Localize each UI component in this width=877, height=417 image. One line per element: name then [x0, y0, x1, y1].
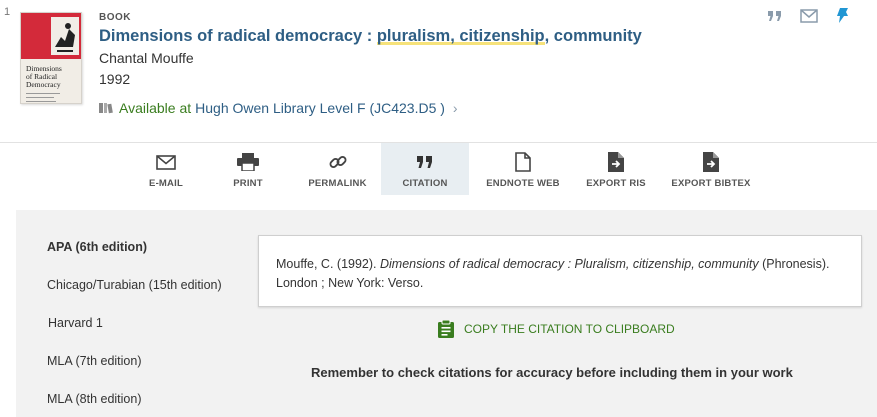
pin-icon[interactable]	[833, 6, 853, 26]
citation-action-button[interactable]: CITATION	[381, 143, 469, 195]
printer-icon	[237, 152, 259, 172]
citation-style-mla7[interactable]: MLA (7th edition)	[47, 354, 222, 392]
envelope-icon[interactable]	[799, 6, 819, 26]
copy-citation-button[interactable]: COPY THE CITATION TO CLIPBOARD	[438, 320, 675, 338]
record-year: 1992	[99, 71, 131, 87]
envelope-icon	[155, 152, 177, 172]
file-icon	[512, 152, 534, 172]
permalink-action-label: PERMALINK	[308, 178, 367, 189]
export-ris-action-button[interactable]: EXPORT RIS	[577, 143, 655, 195]
citation-style-list: APA (6th edition) Chicago/Turabian (15th…	[47, 240, 222, 417]
export-bibtex-action-button[interactable]: EXPORT BIBTEX	[655, 143, 767, 195]
export-file-icon	[605, 152, 627, 172]
email-action-label: E-MAIL	[149, 178, 183, 189]
result-number: 1	[4, 6, 11, 18]
citation-style-chicago[interactable]: Chicago/Turabian (15th edition)	[47, 278, 222, 316]
citation-text-part: Mouffe, C. (1992).	[276, 257, 380, 271]
title-part: , community	[544, 27, 642, 45]
record-author: Chantal Mouffe	[99, 50, 194, 66]
permalink-action-button[interactable]: PERMALINK	[294, 143, 381, 195]
record-quick-actions	[765, 6, 853, 26]
export-ris-action-label: EXPORT RIS	[586, 178, 646, 189]
book-icon	[99, 103, 113, 114]
citation-style-apa6[interactable]: APA (6th edition)	[47, 240, 222, 278]
availability-location: Hugh Owen Library Level F (JC423.D5 )	[195, 100, 445, 116]
citation-text-box[interactable]: Mouffe, C. (1992). Dimensions of radical…	[258, 235, 862, 307]
cover-rule	[26, 93, 60, 94]
link-icon	[327, 152, 349, 172]
export-bibtex-action-label: EXPORT BIBTEX	[671, 178, 751, 189]
print-action-label: PRINT	[233, 178, 263, 189]
citation-action-label: CITATION	[402, 178, 448, 189]
cover-rule	[26, 97, 54, 98]
quote-icon	[414, 152, 436, 172]
book-cover-thumbnail[interactable]: Dimensions of Radical Democracy	[20, 12, 82, 104]
quote-icon[interactable]	[765, 6, 785, 26]
print-action-button[interactable]: PRINT	[202, 143, 294, 195]
citation-text-title: Dimensions of radical democracy : Plural…	[380, 257, 759, 271]
availability-link[interactable]: Available at Hugh Owen Library Level F (…	[99, 100, 458, 116]
cover-illustration	[51, 17, 79, 55]
title-search-highlight: pluralism, citizenship	[376, 27, 545, 45]
endnote-web-action-label: ENDNOTE WEB	[486, 178, 560, 189]
resource-type-label: BOOK	[99, 12, 131, 23]
availability-status: Available at	[119, 100, 192, 116]
chevron-right-icon: ›	[452, 100, 458, 116]
email-action-button[interactable]: E-MAIL	[130, 143, 202, 195]
citation-style-mla8[interactable]: MLA (8th edition)	[47, 392, 222, 417]
copy-citation-label: COPY THE CITATION TO CLIPBOARD	[464, 322, 675, 336]
clipboard-icon	[438, 320, 454, 338]
title-part: Dimensions of radical democracy :	[99, 27, 377, 45]
endnote-web-action-button[interactable]: ENDNOTE WEB	[469, 143, 577, 195]
cover-title: Dimensions of Radical Democracy	[26, 64, 62, 89]
citation-reminder-text: Remember to check citations for accuracy…	[311, 365, 793, 380]
citation-panel: APA (6th edition) Chicago/Turabian (15th…	[16, 210, 877, 417]
export-file-icon	[700, 152, 722, 172]
citation-style-harvard[interactable]: Harvard 1	[47, 316, 222, 354]
send-to-action-bar: E-MAIL PRINT PERMALINK CITATION ENDNOTE …	[130, 143, 767, 195]
record-title-link[interactable]: Dimensions of radical democracy : plural…	[99, 27, 642, 46]
cover-rule	[26, 101, 56, 102]
